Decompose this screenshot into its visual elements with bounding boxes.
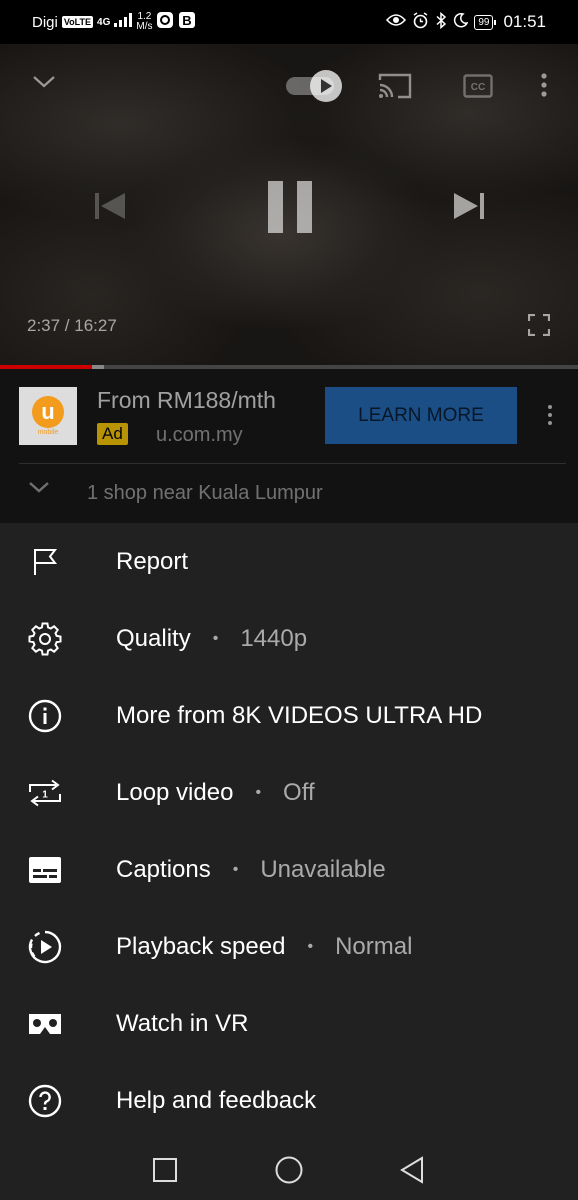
- captions-value: Unavailable: [260, 855, 386, 883]
- back-triangle-icon[interactable]: [397, 1155, 427, 1185]
- svg-text:B: B: [183, 13, 192, 28]
- learn-more-button[interactable]: LEARN MORE: [325, 387, 517, 444]
- menu-item-label: Playback speed • Normal: [116, 932, 413, 960]
- bluetooth-icon: [435, 11, 447, 33]
- menu-item-quality[interactable]: Quality • 1440p: [0, 600, 578, 677]
- captions-icon: [26, 851, 64, 889]
- gear-icon: [26, 620, 64, 658]
- video-time: 2:37 / 16:27: [27, 316, 117, 335]
- b-app-icon: B: [178, 11, 196, 33]
- quality-value: 1440p: [240, 624, 308, 652]
- system-navigation-bar: [0, 1139, 578, 1200]
- carrier-name: Digi: [32, 13, 58, 31]
- volte-badge: VoLTE: [61, 16, 94, 28]
- menu-item-label: Quality • 1440p: [116, 624, 308, 652]
- captions-toggle-icon[interactable]: CC: [463, 74, 493, 103]
- logo-letter: u: [32, 396, 64, 428]
- play-icon: [321, 79, 332, 93]
- pause-icon[interactable]: [266, 180, 314, 239]
- help-icon: [26, 1082, 64, 1120]
- moon-icon: [453, 12, 469, 32]
- next-icon[interactable]: [452, 191, 486, 226]
- ad-location-row[interactable]: 1 shop near Kuala Lumpur: [0, 464, 578, 523]
- ad-panel: u mobile From RM188/mth Ad u.com.my LEAR…: [0, 369, 578, 523]
- menu-item-captions[interactable]: Captions • Unavailable: [0, 831, 578, 908]
- network-speed: 1.2 M/s: [136, 11, 153, 32]
- fullscreen-icon[interactable]: [527, 313, 551, 341]
- menu-item-help-and-feedback[interactable]: Help and feedback: [0, 1062, 578, 1139]
- menu-item-label: Loop video • Off: [116, 778, 315, 806]
- menu-item-watch-in-vr[interactable]: Watch in VR: [0, 985, 578, 1062]
- player-more-icon[interactable]: [540, 72, 548, 103]
- signal-icon: [114, 13, 133, 31]
- eye-icon: [386, 13, 407, 31]
- ad-title[interactable]: From RM188/mth: [97, 387, 276, 414]
- network-type: 4G: [97, 16, 111, 28]
- svg-text:CC: CC: [471, 82, 485, 93]
- menu-item-loop-video[interactable]: 1 Loop video • Off: [0, 754, 578, 831]
- menu-item-label: Watch in VR: [116, 1009, 249, 1037]
- alarm-icon: [412, 11, 429, 33]
- menu-item-playback-speed[interactable]: Playback speed • Normal: [0, 908, 578, 985]
- autoplay-toggle[interactable]: [286, 70, 342, 102]
- recents-square-icon[interactable]: [150, 1155, 180, 1185]
- menu-item-label: Captions • Unavailable: [116, 855, 386, 883]
- playback-speed-icon: [26, 928, 64, 966]
- clock: 01:51: [503, 12, 546, 31]
- flag-icon: [26, 543, 64, 581]
- ad-location-text: 1 shop near Kuala Lumpur: [87, 482, 323, 504]
- status-bar: Digi VoLTE 4G 1.2 M/s B 99 01:51: [0, 0, 578, 44]
- vr-icon: [26, 1005, 64, 1043]
- cast-icon[interactable]: [378, 72, 412, 105]
- loop-value: Off: [283, 778, 315, 806]
- previous-icon[interactable]: [93, 191, 127, 226]
- menu-item-label: Help and feedback: [116, 1086, 317, 1114]
- info-icon: [26, 697, 64, 735]
- ad-domain[interactable]: u.com.my: [156, 424, 243, 447]
- logo-text: mobile: [37, 429, 59, 436]
- video-player[interactable]: CC 2:37 / 16:27: [0, 44, 578, 366]
- autoplay-knob: [310, 70, 342, 102]
- options-sheet: Report Quality • 1440p More from 8K VIDEOS…: [0, 523, 578, 1139]
- menu-item-label: Report: [116, 547, 189, 575]
- minimize-chevron-icon[interactable]: [31, 74, 57, 95]
- playback-speed-value: Normal: [335, 932, 413, 960]
- vpn-icon: [156, 11, 174, 33]
- menu-item-more-from-channel[interactable]: More from 8K VIDEOS ULTRA HD: [0, 677, 578, 754]
- menu-item-label: More from 8K VIDEOS ULTRA HD: [116, 701, 483, 729]
- advertiser-logo[interactable]: u mobile: [19, 387, 77, 445]
- svg-text:1: 1: [42, 790, 48, 801]
- menu-item-report[interactable]: Report: [0, 523, 578, 600]
- ad-more-icon[interactable]: [540, 399, 560, 431]
- expand-chevron-icon: [28, 480, 50, 499]
- battery-indicator: 99: [474, 14, 497, 30]
- loop-icon: 1: [26, 774, 64, 812]
- home-circle-icon[interactable]: [274, 1155, 304, 1185]
- ad-badge: Ad: [97, 423, 128, 445]
